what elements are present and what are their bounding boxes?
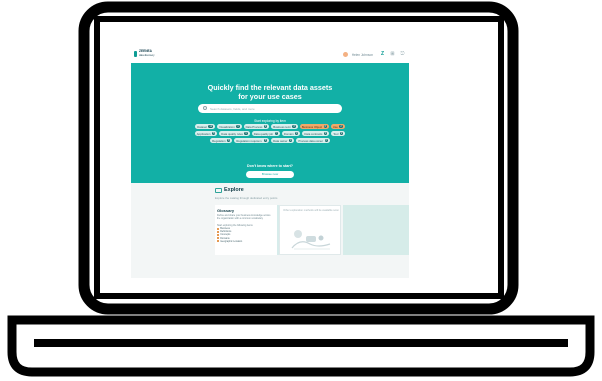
- relaxing-person-illustration: [291, 230, 331, 250]
- glossary-title: Glossary: [217, 208, 235, 213]
- glossary-item-icon: [217, 240, 220, 243]
- hero-title-line1: Quickly find the relevant data assets: [207, 83, 333, 92]
- tag-count-badge: 4: [288, 139, 293, 142]
- search-input[interactable]: Search datasets, fields, and more: [210, 107, 255, 111]
- tag-count-badge: 8: [292, 125, 296, 128]
- tag-label: Use: [332, 124, 338, 129]
- tag-chip[interactable]: Data quality rules 9: [219, 131, 250, 136]
- tag-list: Dataset 12 Visualization 4 Data Process 6 Busi…: [131, 124, 409, 143]
- tag-count-badge: 5: [211, 132, 216, 135]
- tags-title: Start exploring by item: [254, 119, 286, 123]
- tag-count-badge: 5: [263, 139, 268, 142]
- tag-count-badge: 4: [295, 132, 299, 135]
- tag-chip[interactable]: Data Process 6: [243, 124, 270, 129]
- tag-label: Data quality rules: [221, 131, 243, 136]
- decorative-panel: [343, 205, 409, 255]
- coming-soon-card: Other exploration methods will be availa…: [279, 205, 341, 255]
- tag-chip[interactable]: Process data owner 3: [296, 138, 330, 143]
- user-name[interactable]: Helen Johnson: [352, 53, 373, 57]
- glossary-item-icon: [217, 227, 220, 230]
- user-avatar[interactable]: [343, 52, 348, 57]
- explore-subtitle: Explore the catalog through dedicated en…: [215, 196, 278, 200]
- tag-chip[interactable]: Tool 2: [331, 131, 346, 136]
- tag-count-badge: 7: [274, 132, 278, 135]
- tag-count-badge: 2: [339, 132, 344, 135]
- tag-count-badge: 3: [323, 125, 327, 128]
- coming-soon-text: Other exploration methods will be availa…: [283, 209, 339, 212]
- tag-label: Dataset: [197, 124, 207, 129]
- hero-section: Quickly find the relevant data assets fo…: [131, 63, 409, 183]
- tag-label: Process data owner: [298, 138, 324, 143]
- search-icon: [203, 106, 207, 110]
- tag-count-badge: 2: [339, 125, 343, 128]
- tag-label: Business Object: [301, 124, 323, 129]
- tag-chip[interactable]: Business Object 3: [299, 124, 329, 129]
- tag-count-badge: 4: [236, 125, 240, 128]
- logout-icon[interactable]: ⎋: [400, 52, 405, 57]
- explore-section: Explore Explore the catalog through dedi…: [131, 183, 409, 278]
- explore-title: Explore: [224, 187, 244, 193]
- glossary-item-icon: [217, 233, 220, 237]
- glossary-item[interactable]: Geographic Location: [217, 240, 242, 243]
- glossary-item-list: Business Definitions Concepts Domains Geogra…: [217, 227, 242, 243]
- glossary-item-icon: [217, 237, 220, 240]
- glossary-item-label: Geographic Location: [220, 239, 243, 243]
- tag-label: Business term: [273, 124, 291, 129]
- app-screen: ZEENEA data discovery Helen Johnson Z ⊞ …: [131, 46, 409, 278]
- explore-icon: [215, 188, 222, 193]
- grid-apps-icon[interactable]: ⊞: [390, 52, 395, 57]
- logo-mark-icon: [134, 51, 137, 57]
- hero-title-line2: for your use cases: [238, 92, 302, 101]
- tag-chip[interactable]: Use 2: [330, 124, 345, 129]
- tag-chip[interactable]: Data quality job 7: [251, 131, 280, 136]
- tag-chip[interactable]: Regulation 6: [210, 138, 233, 143]
- top-bar: ZEENEA data discovery Helen Johnson Z ⊞ …: [131, 46, 409, 64]
- tag-chip[interactable]: Data contracts 3: [302, 131, 330, 136]
- tag-count-badge: 3: [323, 132, 328, 135]
- tag-count-badge: 9: [244, 132, 248, 135]
- glossary-card[interactable]: Glossary Define and share your business …: [215, 205, 279, 255]
- tag-label: Data contracts: [304, 131, 323, 136]
- tag-chip[interactable]: Visualization 4: [217, 124, 242, 129]
- browse-now-button[interactable]: Browse now: [246, 171, 294, 178]
- tag-count-badge: 12: [208, 125, 214, 128]
- tag-chip[interactable]: Regulation requirem. 5: [234, 138, 270, 143]
- search-bar[interactable]: Search datasets, fields, and more: [198, 104, 342, 113]
- tag-label: Regulation: [212, 138, 226, 143]
- tag-count-badge: 6: [227, 139, 231, 142]
- tag-label: Visualization: [219, 124, 235, 129]
- tag-label: Data quality job: [253, 131, 274, 136]
- tag-label: Application: [196, 131, 211, 136]
- tag-label: Data owner: [273, 138, 288, 143]
- tag-label: Domain: [283, 131, 294, 136]
- tag-chip[interactable]: Application 5: [194, 131, 218, 136]
- tag-count-badge: 3: [324, 139, 328, 142]
- tag-chip[interactable]: Business term 8: [271, 124, 298, 129]
- tag-chip[interactable]: Dataset 12: [195, 124, 216, 129]
- dont-know-title: Don't know where to start?: [247, 164, 293, 168]
- tag-chip[interactable]: Data owner 4: [271, 138, 295, 143]
- brand-switch-icon[interactable]: Z: [380, 52, 385, 57]
- tag-label: Regulation requirem.: [236, 138, 263, 143]
- tag-label: Tool: [333, 131, 339, 136]
- logo-tagline: data discovery: [139, 53, 155, 57]
- tag-count-badge: 6: [263, 125, 268, 128]
- hero-title: Quickly find the relevant data assets fo…: [131, 83, 409, 101]
- tag-label: Data Process: [245, 124, 263, 129]
- tag-chip[interactable]: Domain 4: [281, 131, 301, 136]
- glossary-item-icon: [217, 230, 220, 233]
- glossary-description: Define and share your business knowledge…: [217, 214, 271, 220]
